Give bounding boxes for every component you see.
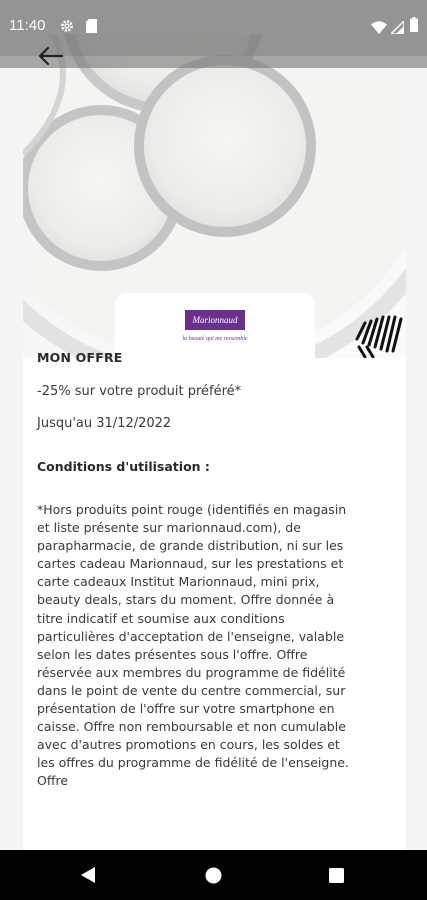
status-time: 11:40 <box>9 17 46 34</box>
back-button[interactable] <box>34 44 66 72</box>
offer-details: MON OFFRE -25% sur votre produit préféré… <box>37 350 357 791</box>
wifi-icon <box>371 19 387 38</box>
brand-logo: Marionnaud la beauté qui me ressemble <box>115 293 315 358</box>
offer-heading: MON OFFRE <box>37 350 123 365</box>
offer-description: -25% sur votre produit préféré* <box>37 384 242 399</box>
nav-home-icon[interactable] <box>205 867 222 888</box>
product-image: Marionnaud la beauté qui me ressemble <box>23 34 406 358</box>
gear-icon <box>60 18 74 37</box>
navigation-bar <box>0 850 427 900</box>
nav-back-icon[interactable] <box>80 866 96 888</box>
nav-recents-icon[interactable] <box>329 868 344 887</box>
battery-icon <box>410 17 418 36</box>
sim-card-icon <box>86 18 97 37</box>
arrow-left-icon <box>37 46 64 70</box>
mascara-brush-icon <box>353 309 406 358</box>
signal-icon <box>389 19 405 38</box>
conditions-text: *Hors produits point rouge (identifiés e… <box>37 502 349 789</box>
conditions-heading: Conditions d'utilisation : <box>37 459 210 474</box>
brand-tagline: la beauté qui me ressemble <box>182 336 248 342</box>
offer-validity: Jusqu'au 31/12/2022 <box>37 416 172 431</box>
brand-logo-badge: Marionnaud <box>185 310 245 330</box>
